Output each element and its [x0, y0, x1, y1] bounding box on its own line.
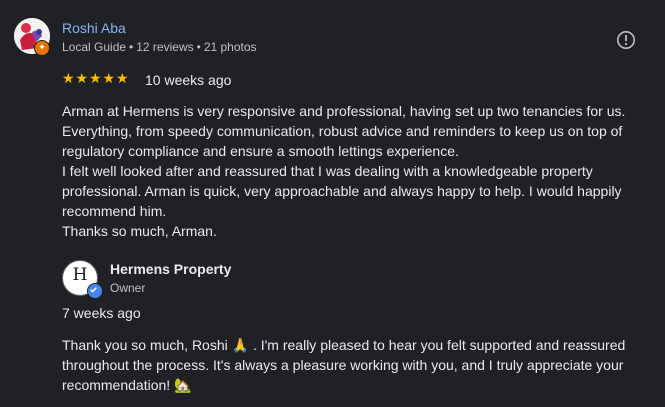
reviews-count: 12 reviews [136, 40, 194, 54]
response-date: 7 weeks ago [62, 305, 141, 321]
verified-check-icon [87, 283, 103, 299]
local-guide-badge-icon: ✦ [34, 40, 50, 56]
reviewer-name[interactable]: Roshi Aba [62, 20, 126, 36]
star-rating: ★★★★★ [62, 70, 130, 88]
review-text-line: Arman at Hermens is very responsive and … [62, 103, 626, 119]
star-icon: ★ [89, 71, 102, 87]
star-icon: ★ [102, 71, 116, 87]
review-card: ✦ Roshi Aba Local Guide • 12 reviews • 21 ph… [0, 0, 665, 407]
review-text-line: Everything, from speedy communication, r… [62, 123, 623, 139]
review-text: Arman at Hermens is very responsive and … [62, 101, 652, 241]
review-text-line: Thanks so much, Arman. [62, 223, 217, 239]
owner-role: Owner [110, 281, 146, 295]
star-icon: ★ [116, 71, 129, 87]
response-text-line: throughout the process. It's always a pl… [62, 357, 624, 373]
owner-response-text: Thank you so much, Roshi 🙏 . I'm really … [62, 335, 652, 395]
response-text-line: Thank you so much, Roshi 🙏 . I'm really … [62, 337, 626, 353]
reviewer-meta: Local Guide • 12 reviews • 21 photos [62, 40, 257, 54]
reviewer-level: Local Guide [62, 40, 127, 54]
review-text-line: recommend him. [62, 203, 167, 219]
review-text-line: I felt well looked after and reassured t… [62, 163, 593, 179]
meta-separator: • [196, 40, 201, 54]
meta-separator: • [129, 40, 134, 54]
review-text-line: regulatory compliance and ensure a smoot… [62, 143, 459, 159]
owner-logo-letter: H [72, 265, 88, 285]
review-text-line: professional. Arman is quick, very appro… [62, 183, 622, 199]
owner-name[interactable]: Hermens Property [110, 261, 231, 277]
review-date: 10 weeks ago [145, 72, 232, 88]
star-icon: ★ [75, 71, 89, 87]
report-icon [617, 31, 635, 49]
photos-count: 21 photos [203, 40, 257, 54]
response-text-line: recommendation! 🏡 [62, 377, 192, 393]
star-icon: ★ [62, 71, 75, 87]
report-button[interactable] [616, 30, 636, 50]
